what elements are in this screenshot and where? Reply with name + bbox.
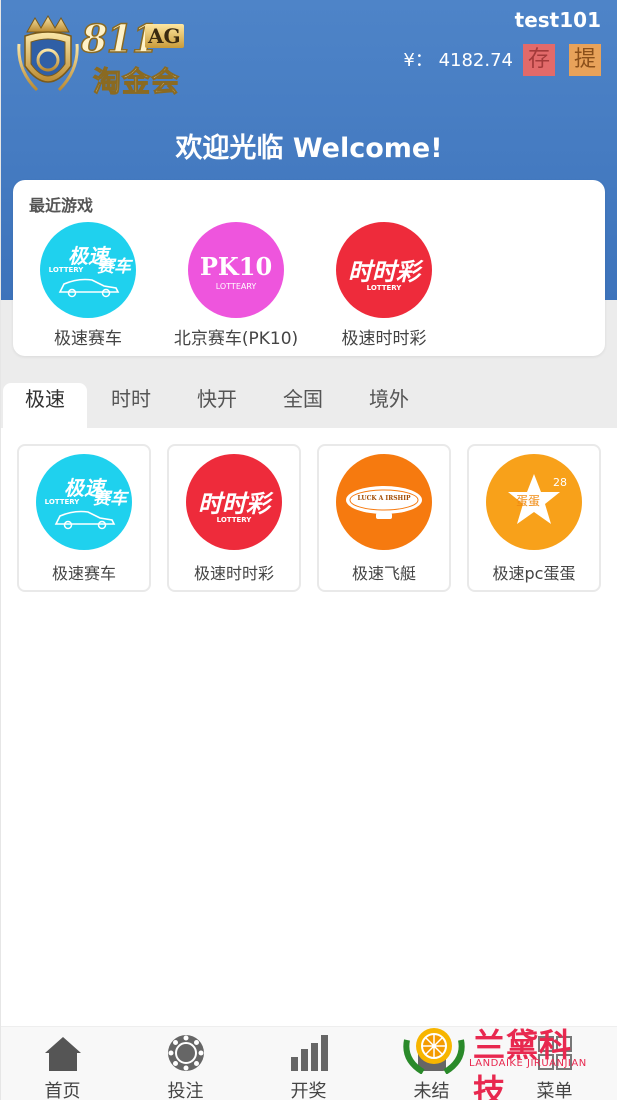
recent-games-title: 最近游戏 [29,196,94,215]
watermark-logo-icon [403,1028,465,1074]
deposit-button[interactable]: 存 [523,44,555,76]
nav-results[interactable]: 开奖 [247,1027,370,1100]
game-card-airship[interactable]: LUCK A IRSHIP 极速飞艇 [317,444,451,592]
recent-game-name: 北京赛车(PK10) [173,329,299,349]
bar-chart-icon [290,1035,328,1071]
crown-crest-icon [17,15,79,92]
tab-jisu[interactable]: 极速 [3,383,87,429]
tab-kuaikai[interactable]: 快开 [175,383,259,429]
game-name: 极速飞艇 [351,564,416,583]
tab-shishi[interactable]: 时时 [89,383,173,429]
watermark-subtext: LANDAIKE JIRUANJIAN [469,1058,587,1069]
game-name: 极速时时彩 [193,564,274,583]
car-icon [54,510,116,530]
balance: ¥： 4182.74 [403,46,513,72]
category-tabs: 极速 时时 快开 全国 境外 [1,383,617,429]
tab-quanguo[interactable]: 全国 [261,383,345,429]
recent-game-name: 极速赛车 [54,329,122,349]
airship-icon: LUCK A IRSHIP [336,454,432,550]
chip-icon [167,1035,204,1071]
blimp-icon [346,486,422,519]
pc-egg-icon: 蛋蛋 28 [486,454,582,550]
speed-racing-icon: 极速 赛车 LOTTERY [40,222,136,318]
watermark: 兰黛科技 LANDAIKE JIRUANJIAN [403,1020,603,1100]
shishicai-icon: 时时彩 LOTTERY [336,222,432,318]
recent-game-shishicai[interactable]: 时时彩 LOTTERY 极速时时彩 [309,222,459,349]
app-page: 811 AG 淘金会 test101 ¥： 4182.74 存 提 欢迎光临 W… [0,0,617,1100]
speed-racing-icon: 极速 赛车 LOTTERY [36,454,132,550]
recent-games-panel: 最近游戏 极速 赛车 LOTTERY 极速赛车 PK10 LOTTEARY 北京… [13,180,605,356]
nav-label: 投注 [167,1081,204,1100]
shishicai-icon: 时时彩 LOTTERY [186,454,282,550]
car-icon [58,278,120,298]
game-card-shishicai[interactable]: 时时彩 LOTTERY 极速时时彩 [167,444,301,592]
game-card-pc-egg[interactable]: 蛋蛋 28 极速pc蛋蛋 [467,444,601,592]
recent-game-speed-racing[interactable]: 极速 赛车 LOTTERY 极速赛车 [13,222,163,349]
withdraw-button[interactable]: 提 [569,44,601,76]
logo-brand-name: 淘金会 [92,65,181,99]
game-name: 极速pc蛋蛋 [492,564,576,583]
nav-bet[interactable]: 投注 [124,1027,247,1100]
game-grid: 极速 赛车 LOTTERY 极速赛车 时时彩 LOTTERY 极速时时彩 LUC… [17,444,607,594]
game-name: 极速赛车 [51,564,116,583]
home-icon [44,1037,81,1071]
tab-jingwai[interactable]: 境外 [347,383,431,429]
recent-game-pk10[interactable]: PK10 LOTTEARY 北京赛车(PK10) [161,222,311,349]
nav-home[interactable]: 首页 [1,1027,124,1100]
pk10-icon: PK10 LOTTEARY [188,222,284,318]
logo-suffix: AG [145,24,184,48]
username: test101 [514,8,601,32]
recent-game-name: 极速时时彩 [341,329,427,349]
balance-label: ¥： [403,50,433,71]
welcome-banner: 欢迎光临 Welcome! [175,133,443,164]
nav-label: 开奖 [290,1081,327,1100]
game-card-speed-racing[interactable]: 极速 赛车 LOTTERY 极速赛车 [17,444,151,592]
brand-logo: 811 AG 淘金会 [17,12,192,102]
balance-value: 4182.74 [438,50,513,71]
nav-label: 首页 [44,1081,81,1100]
